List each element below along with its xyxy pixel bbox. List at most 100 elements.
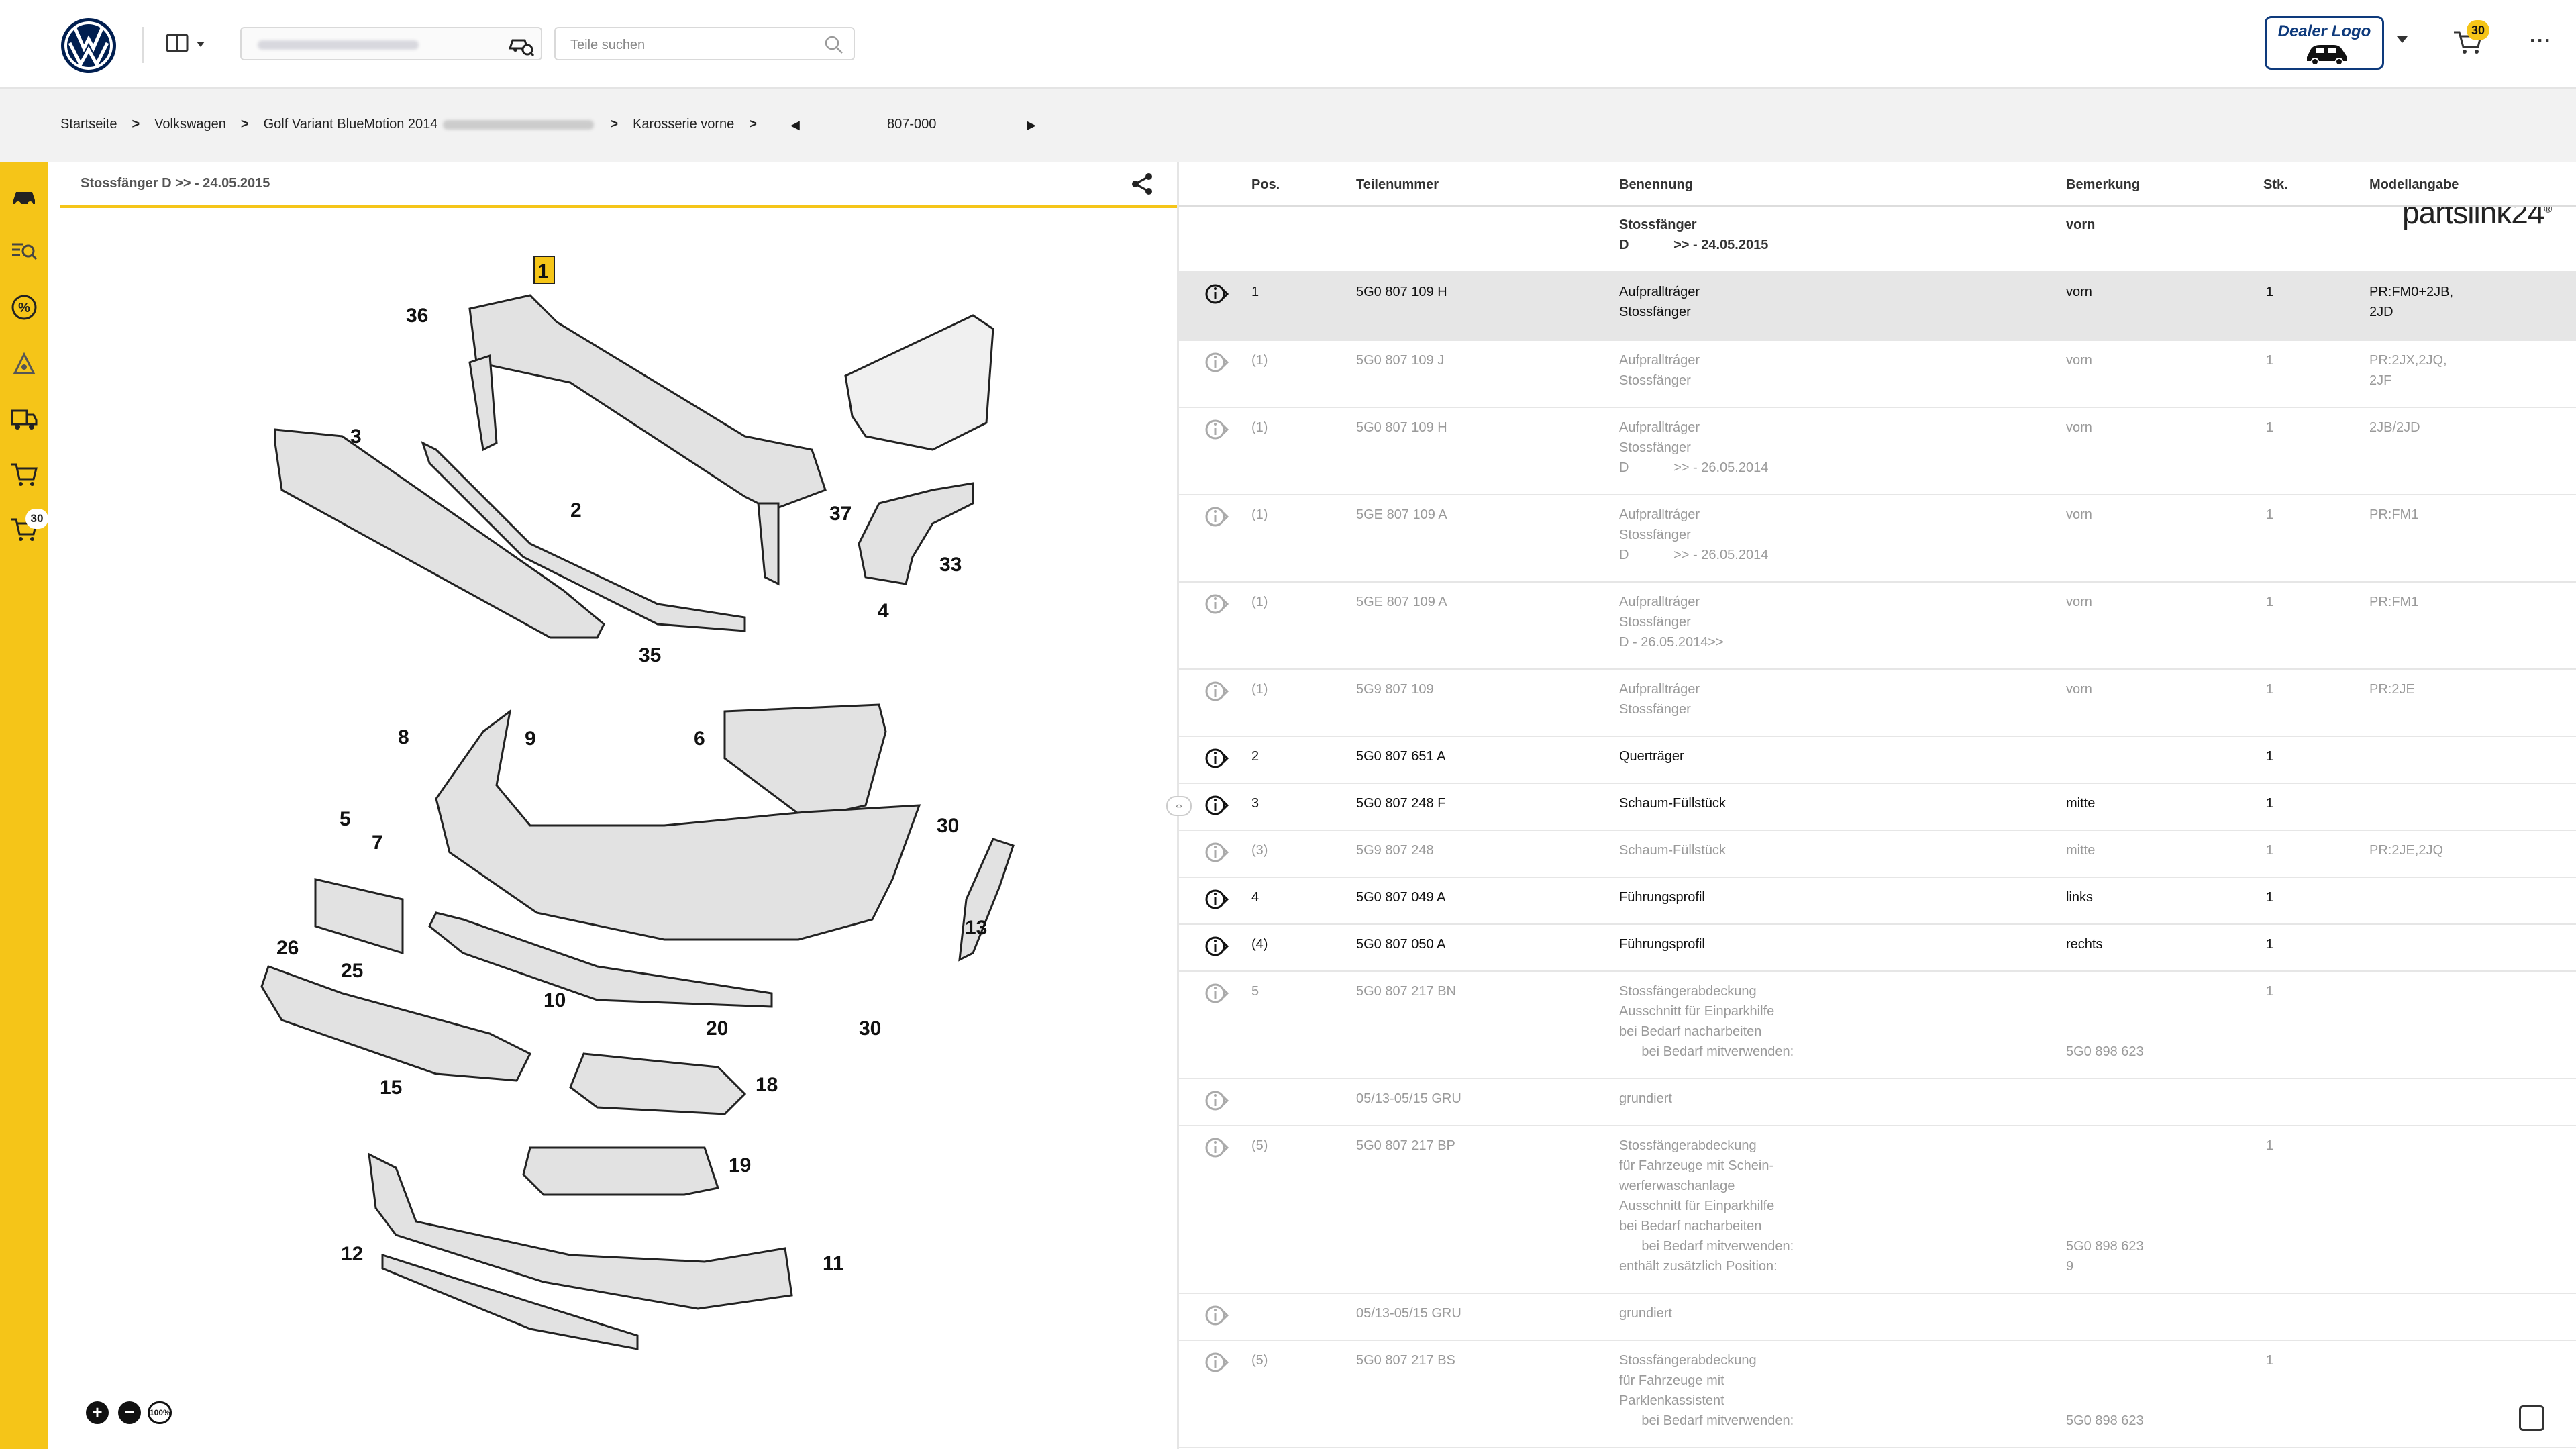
zoom-reset-button[interactable]: 100% xyxy=(148,1401,172,1424)
col-model[interactable]: Modellangabe xyxy=(2369,177,2459,193)
next-page-arrow-icon[interactable]: ▶ xyxy=(1027,118,1036,132)
part-number-cell[interactable]: 5GE 807 109 A xyxy=(1356,592,1447,612)
part-info-icon[interactable] xyxy=(1204,282,1229,306)
name-cell: Stossfängerabdeckung Ausschnitt für Einp… xyxy=(1619,984,1794,1059)
part-6-bracket xyxy=(723,703,887,820)
pos-cell: (1) xyxy=(1251,682,1268,697)
table-row[interactable]: 05/13-05/15 GRU grundiert xyxy=(1179,1079,2576,1126)
table-row[interactable]: 5 5G0 807 217 BN Stossfängerabdeckung Auss… xyxy=(1179,972,2576,1079)
table-row[interactable]: 1 5G0 807 109 H Aufpralltráger Stossfänger… xyxy=(1179,272,2576,341)
part-info-icon[interactable] xyxy=(1204,1136,1229,1160)
table-row[interactable]: (1) 5G0 807 109 J Aufpralltráger Stossfäng… xyxy=(1179,341,2576,408)
svg-text:6: 6 xyxy=(694,728,705,750)
table-row[interactable]: 05/13-05/15 GRU grundiert xyxy=(1179,1294,2576,1341)
part-number-cell[interactable]: 5G9 807 248 xyxy=(1356,840,1434,860)
col-name[interactable]: Benennung xyxy=(1619,177,1693,193)
model-cell: PR:2JX,2JQ, 2JF xyxy=(2369,353,2447,388)
percent-icon[interactable]: % xyxy=(9,293,39,322)
table-row[interactable]: (1) 5G0 807 109 H Aufpralltráger Stossfäng… xyxy=(1179,408,2576,495)
part-number-cell[interactable]: 05/13-05/15 GRU xyxy=(1356,1089,1461,1109)
cart-icon[interactable] xyxy=(9,459,39,489)
expand-window-icon[interactable] xyxy=(2519,1405,2544,1431)
breadcrumb-home[interactable]: Startseite xyxy=(60,117,117,132)
part-info-icon[interactable] xyxy=(1204,350,1229,374)
transport-icon[interactable] xyxy=(9,404,39,434)
svg-text:13: 13 xyxy=(965,917,987,939)
part-info-icon[interactable] xyxy=(1204,981,1229,1005)
exploded-parts-drawing[interactable]: 1 36 3 2 37 33 4 35 8 9 6 5 7 30 13 26 2… xyxy=(60,208,1177,1449)
svg-text:30: 30 xyxy=(859,1017,881,1040)
part-number-cell[interactable]: 5G0 807 217 BN xyxy=(1356,981,1456,1001)
divider xyxy=(142,27,144,63)
model-cell: PR:FM0+2JB, 2JD xyxy=(2369,285,2454,319)
col-remark[interactable]: Bemerkung xyxy=(2066,177,2140,193)
table-row[interactable]: 2 5G0 807 651 A Querträger 1 xyxy=(1179,737,2576,784)
zoom-out-button[interactable]: − xyxy=(118,1401,141,1424)
share-icon[interactable] xyxy=(1129,170,1155,197)
parts-search-input[interactable]: Teile suchen xyxy=(554,27,855,60)
part-info-icon[interactable] xyxy=(1204,417,1229,442)
part-number-cell[interactable]: 5G0 807 109 H xyxy=(1356,282,1447,302)
table-row[interactable]: 3 5G0 807 248 F Schaum-Füllstück mitte 1 xyxy=(1179,784,2576,831)
cart-count-badge: 30 xyxy=(2467,20,2489,40)
catalog-book-icon[interactable] xyxy=(164,30,211,59)
name-cell: Aufpralltráger Stossfänger xyxy=(1619,353,1700,388)
table-row[interactable]: 4 5G0 807 049 A Führungsprofil links 1 xyxy=(1179,878,2576,925)
table-row[interactable]: (1) 5GE 807 109 A Aufpralltráger Stossfäng… xyxy=(1179,583,2576,670)
part-info-icon[interactable] xyxy=(1204,840,1229,864)
chevron-down-icon[interactable] xyxy=(2395,35,2409,44)
table-row[interactable]: (1) 5GE 807 109 A Aufpralltráger Stossfäng… xyxy=(1179,495,2576,583)
part-info-icon[interactable] xyxy=(1204,746,1229,770)
part-number-cell[interactable]: 5GE 807 109 A xyxy=(1356,505,1447,525)
vin-input[interactable] xyxy=(240,27,542,60)
breadcrumb-group[interactable]: Karosserie vorne xyxy=(633,117,734,132)
part-info-icon[interactable] xyxy=(1204,592,1229,616)
table-row[interactable]: (5) 5G0 807 217 BS Stossfängerabdeckung fü… xyxy=(1179,1341,2576,1448)
part-info-icon[interactable] xyxy=(1204,934,1229,958)
part-info-icon[interactable] xyxy=(1204,1303,1229,1328)
part-info-icon[interactable] xyxy=(1204,887,1229,911)
part-number-cell[interactable]: 5G0 807 049 A xyxy=(1356,887,1445,907)
col-pos[interactable]: Pos. xyxy=(1251,177,1280,193)
part-info-icon[interactable] xyxy=(1204,1350,1229,1375)
table-row[interactable]: (1) 5G9 807 109 Aufpralltráger Stossfänger… xyxy=(1179,670,2576,737)
name-cell: Schaum-Füllstück xyxy=(1619,796,1726,811)
part-number-cell[interactable]: 5G0 807 109 J xyxy=(1356,350,1444,370)
page-selector[interactable]: 807-000 xyxy=(887,117,936,132)
part-number-cell[interactable]: 5G9 807 109 xyxy=(1356,679,1434,699)
col-qty[interactable]: Stk. xyxy=(2263,177,2288,193)
part-number-cell[interactable]: 05/13-05/15 GRU xyxy=(1356,1303,1461,1323)
table-row[interactable]: (5) 5G0 807 217 BP Stossfängerabdeckung fü… xyxy=(1179,1126,2576,1294)
part-info-icon[interactable] xyxy=(1204,505,1229,529)
vw-logo[interactable] xyxy=(59,16,118,75)
parts-search-icon[interactable] xyxy=(9,236,39,266)
part-info-icon[interactable] xyxy=(1204,679,1229,703)
breadcrumb-brand[interactable]: Volkswagen xyxy=(154,117,226,132)
accessory-icon[interactable] xyxy=(9,349,39,379)
car-icon[interactable] xyxy=(9,181,39,211)
dealer-logo[interactable]: Dealer Logo xyxy=(2265,16,2384,70)
breadcrumb-model[interactable]: Golf Variant BlueMotion 2014 xyxy=(264,117,438,132)
qty-cell: 1 xyxy=(2266,1353,2274,1368)
svg-text:35: 35 xyxy=(639,644,661,666)
table-row[interactable]: (3) 5G9 807 248 Schaum-Füllstück mitte 1 PR:2… xyxy=(1179,831,2576,878)
part-number-cell[interactable]: 5G0 807 217 BP xyxy=(1356,1136,1455,1156)
zoom-in-button[interactable]: + xyxy=(86,1401,109,1424)
more-menu-button[interactable]: ··· xyxy=(2530,30,2552,52)
part-info-icon[interactable] xyxy=(1204,793,1229,817)
part-info-icon[interactable] xyxy=(1204,1089,1229,1113)
col-part-number[interactable]: Teilenummer xyxy=(1356,177,1439,193)
part-number-cell[interactable]: 5G0 807 217 BS xyxy=(1356,1350,1455,1370)
model-cell: PR:2JE,2JQ xyxy=(2369,843,2444,858)
part-number-cell[interactable]: 5G0 807 050 A xyxy=(1356,934,1445,954)
name-cell: Aufpralltráger Stossfänger xyxy=(1619,682,1700,717)
sidebar-cart-badge: 30 xyxy=(25,509,48,529)
svg-text:15: 15 xyxy=(380,1077,402,1099)
vehicle-search-icon[interactable] xyxy=(507,32,534,56)
part-number-cell[interactable]: 5G0 807 109 H xyxy=(1356,417,1447,438)
search-icon[interactable] xyxy=(824,35,844,55)
part-number-cell[interactable]: 5G0 807 248 F xyxy=(1356,793,1445,813)
previous-page-arrow-icon[interactable]: ◀ xyxy=(790,118,800,132)
part-number-cell[interactable]: 5G0 807 651 A xyxy=(1356,746,1445,766)
table-row[interactable]: (4) 5G0 807 050 A Führungsprofil rechts 1 xyxy=(1179,925,2576,972)
